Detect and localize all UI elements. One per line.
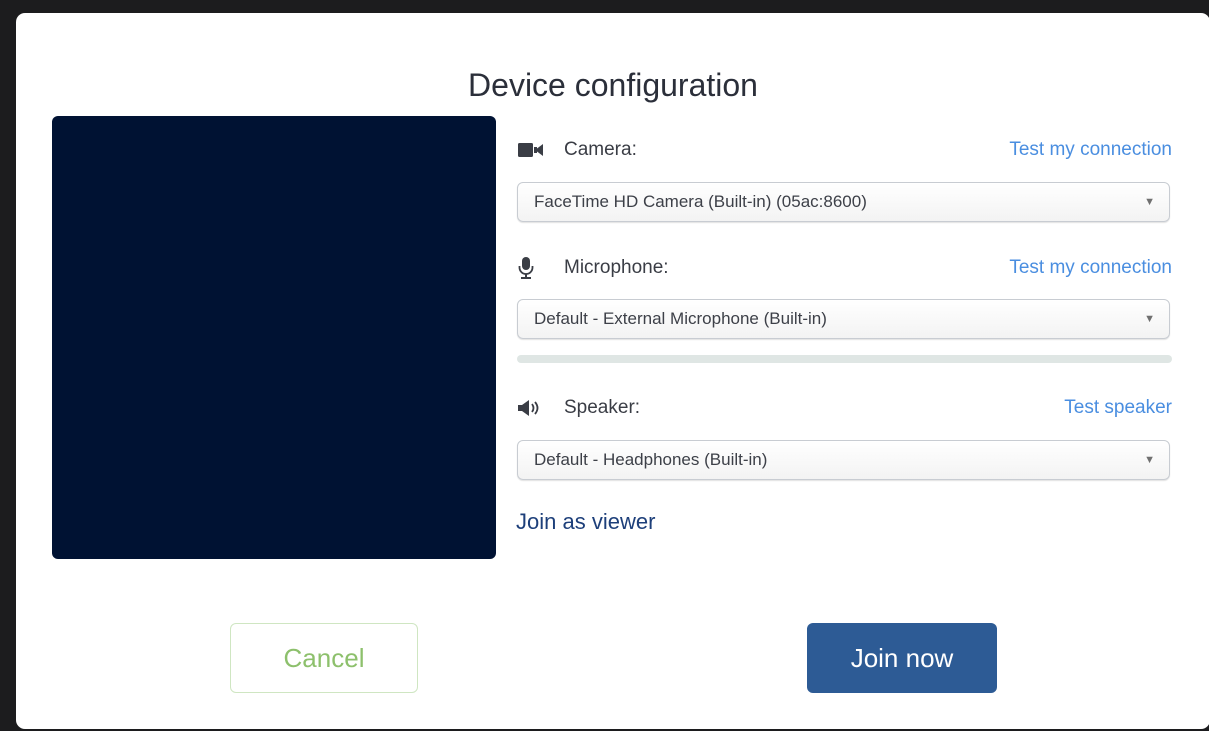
- camera-preview: [52, 116, 496, 559]
- microphone-label: Microphone:: [564, 257, 669, 278]
- chevron-down-icon: ▼: [1144, 454, 1155, 466]
- microphone-label-row: Microphone:: [518, 253, 669, 283]
- speaker-label: Speaker:: [564, 397, 641, 418]
- join-now-button[interactable]: Join now: [807, 623, 997, 693]
- camera-select[interactable]: FaceTime HD Camera (Built-in) (05ac:8600…: [517, 182, 1170, 222]
- speaker-label-row: Speaker:: [518, 393, 640, 423]
- chevron-down-icon: ▼: [1144, 313, 1155, 325]
- speaker-selected-value: Default - Headphones (Built-in): [534, 450, 768, 469]
- microphone-test-connection-link[interactable]: Test my connection: [1009, 253, 1172, 283]
- microphone-select[interactable]: Default - External Microphone (Built-in)…: [517, 299, 1170, 339]
- device-configuration-dialog: Device configuration Camera: Test my con…: [16, 13, 1209, 729]
- microphone-selected-value: Default - External Microphone (Built-in): [534, 309, 827, 328]
- test-speaker-link[interactable]: Test speaker: [1064, 393, 1172, 423]
- cancel-button[interactable]: Cancel: [230, 623, 418, 693]
- speaker-icon: [518, 400, 546, 416]
- join-as-viewer-link[interactable]: Join as viewer: [516, 509, 655, 535]
- microphone-icon: [518, 257, 546, 279]
- dialog-title: Device configuration: [468, 67, 758, 103]
- video-camera-icon: [518, 142, 546, 158]
- chevron-down-icon: ▼: [1144, 196, 1155, 208]
- microphone-level-meter: [517, 355, 1172, 363]
- camera-label: Camera:: [564, 139, 637, 160]
- camera-label-row: Camera:: [518, 135, 637, 165]
- camera-selected-value: FaceTime HD Camera (Built-in) (05ac:8600…: [534, 192, 867, 211]
- camera-test-connection-link[interactable]: Test my connection: [1009, 135, 1172, 165]
- speaker-select[interactable]: Default - Headphones (Built-in) ▼: [517, 440, 1170, 480]
